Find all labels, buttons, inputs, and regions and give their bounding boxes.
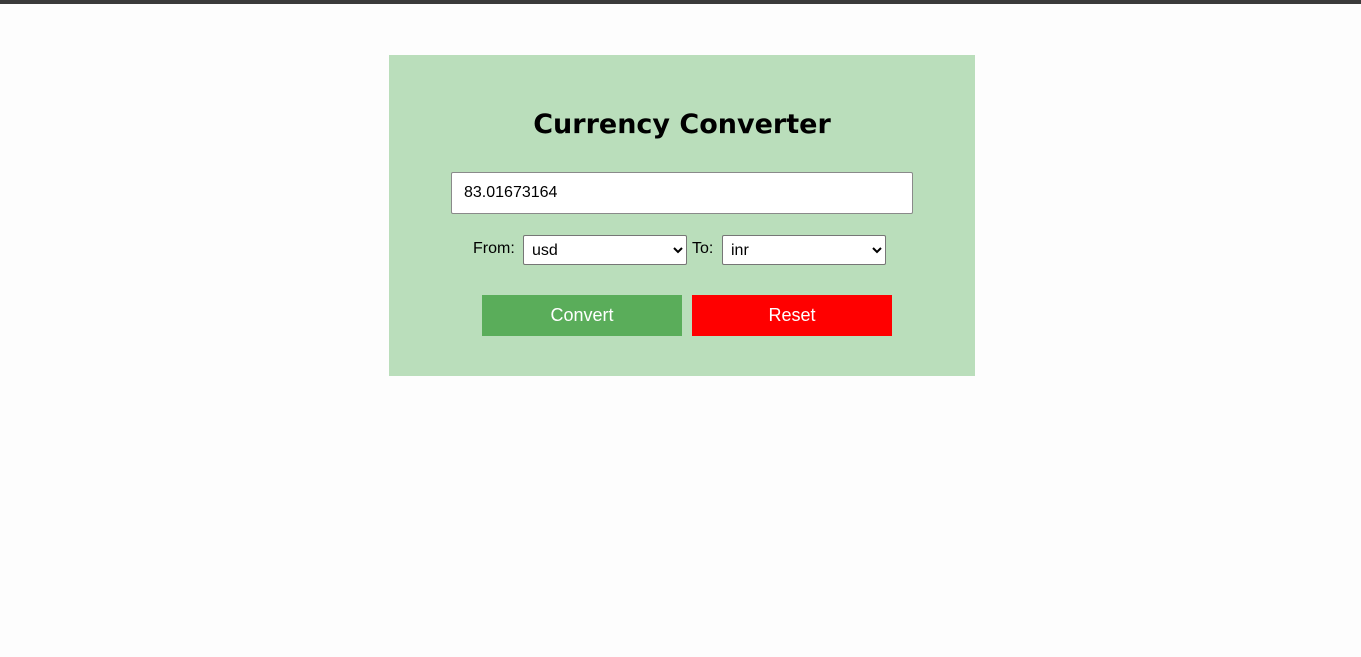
- amount-input[interactable]: [451, 172, 913, 214]
- to-currency-select[interactable]: inr: [722, 235, 886, 265]
- reset-button[interactable]: Reset: [692, 295, 892, 336]
- convert-button[interactable]: Convert: [482, 295, 682, 336]
- top-bar: [0, 0, 1361, 4]
- page-title: Currency Converter: [533, 109, 831, 140]
- from-label: From:: [473, 240, 515, 257]
- to-label: To:: [692, 240, 714, 257]
- from-currency-select[interactable]: usd: [523, 235, 687, 265]
